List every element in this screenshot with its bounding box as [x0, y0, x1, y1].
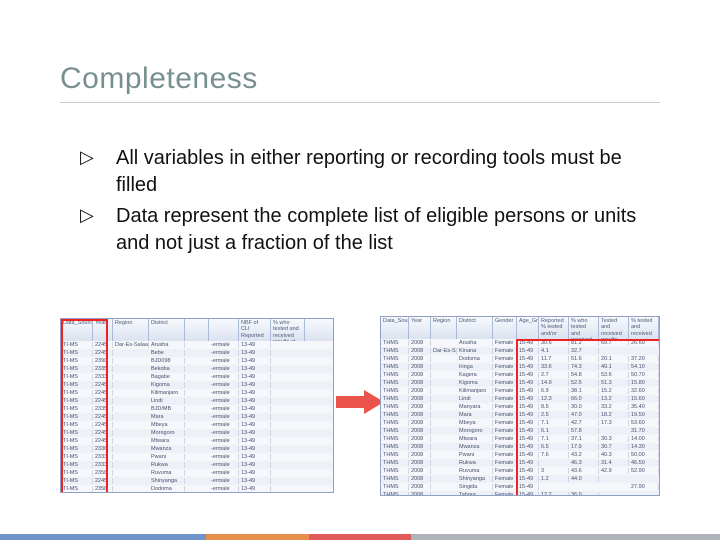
table-row: THMS2008KilimanjaroFemale15-496.938.115.…: [381, 387, 659, 395]
tables-area: Data_SourceYearRegionDistrictNBF of CLI …: [60, 308, 660, 498]
table-row: THMS2008ArushaFemale15-4930.681.269.726.…: [381, 339, 659, 347]
column-header: Region: [431, 317, 457, 339]
table-row: THMS2008Dar-Es-SalaamKinanaFemale15-494.…: [381, 347, 659, 355]
table-row: TI-MS2245Kigoma-ermale13-49: [61, 381, 333, 389]
table-row: THMS2008SingidaFemale15-4927.90: [381, 483, 659, 491]
slide-title: Completeness: [60, 62, 660, 102]
arrow-right-icon: [336, 390, 384, 419]
table-row: TI-MS2245Shinyanga-ermale13-49: [61, 477, 333, 485]
column-header: Region: [113, 319, 149, 341]
table-row: THMS2008LindiFemale15-4912.366.013.215.6…: [381, 395, 659, 403]
table-row: TI-MS2333Pwani-ermale13-49: [61, 453, 333, 461]
column-header: Tested and received results: [599, 317, 629, 339]
table-row: THMS2008DodomaFemale15-4911.751.620.137.…: [381, 355, 659, 363]
bullet-item: Data represent the complete list of elig…: [80, 203, 640, 257]
table-row: TI-MS2245Mara-ermale13-49: [61, 413, 333, 421]
bullet-item: All variables in either reporting or rec…: [80, 145, 640, 199]
table-row: TI-MS2245Mtwara-ermale13-49: [61, 437, 333, 445]
table-row: TI-MS2335BJD/MB-ermale13-49: [61, 405, 333, 413]
column-header: Reported % tested and/or: [539, 317, 569, 339]
table-row: TI-MS2333Rukwa-ermale13-49: [61, 461, 333, 469]
table-row: TI-MS2390BJD098-ermale13-49: [61, 357, 333, 365]
table-row: THMS2008TaboraFemale15-4912.736.09.4: [381, 491, 659, 495]
table-row: TI-MS2245Dar-Es-SalaamArusha-ermale13-49: [61, 341, 333, 349]
column-header: Gender: [493, 317, 517, 339]
table-row: TI-MS2358Ruvuma-ermale13-49: [61, 469, 333, 477]
column-header: Year: [409, 317, 431, 339]
table-row: THMS2008PwaniFemale15-497.643.240.350.00…: [381, 451, 659, 459]
footer-accent: [0, 534, 720, 540]
table-row: THMS2008MbeyaFemale15-497.142.717.353.60…: [381, 419, 659, 427]
column-header: % tested and received: [629, 317, 659, 339]
table-row: THMS2008ShinyangaFemale15-491.244.051.8: [381, 475, 659, 483]
table-row: THMS2008MaraFemale15-492.547.018.219.504…: [381, 411, 659, 419]
table-row: THMS2008RukwaFemale15-4946.331.446.5034.…: [381, 459, 659, 467]
table-row: TI-MS2358Dodoma-ermale13-49: [61, 485, 333, 492]
table-row: TI-MS2335Bekoba-ermale13-49: [61, 365, 333, 373]
right-spreadsheet: Data_SourceYearRegionDistrictGenderAge_G…: [380, 316, 660, 496]
left-spreadsheet: Data_SourceYearRegionDistrict NBF of CLI …: [60, 318, 334, 493]
table-row: TI-MS2245Bebe-ermale13-49: [61, 349, 333, 357]
table-row: THMS2008ManyaraFemale15-498.530.033.235.…: [381, 403, 659, 411]
column-header: [209, 319, 239, 341]
column-header: Age_Grp: [517, 317, 539, 339]
column-header: Data_Source: [381, 317, 409, 339]
table-row: TI-MS2245Mbeya-ermale13-49: [61, 421, 333, 429]
column-header: District: [149, 319, 185, 341]
column-header: % who tested and received results at: [271, 319, 305, 341]
column-header: Year: [93, 319, 113, 341]
column-header: Data_Source: [61, 319, 93, 341]
table-row: THMS2008KigomaFemale15-4914.952.551.315.…: [381, 379, 659, 387]
bullet-list: All variables in either reporting or rec…: [80, 145, 640, 261]
table-row: TI-MS2245Morogoro-ermale13-49: [61, 429, 333, 437]
table-row: TI-MS2333Bagabe-ermale13-49: [61, 373, 333, 381]
table-row: THMS2008MorogoroFemale15-496.157.831.703…: [381, 427, 659, 435]
table-row: THMS2008MtwaraFemale15-497.137.130.314.0…: [381, 435, 659, 443]
table-row: THMS2008MwanzaFemale15-496.517.930.714.3…: [381, 443, 659, 451]
table-row: THMS2008RuvumaFemale15-49343.642.952.904…: [381, 467, 659, 475]
column-header: District: [457, 317, 493, 339]
table-row: THMS2008IringaFemale15-4933.674.349.154.…: [381, 363, 659, 371]
column-header: % who tested and received: [569, 317, 599, 339]
table-row: TI-MS2245Lindi-ermale13-49: [61, 397, 333, 405]
slide: Completeness All variables in either rep…: [0, 0, 720, 540]
column-header: [185, 319, 209, 341]
table-row: THMS2008KageraFemale15-492.754.853.650.7…: [381, 371, 659, 379]
title-area: Completeness: [60, 62, 660, 103]
table-row: TI-MS2245Kilimanjaro-ermale13-49: [61, 389, 333, 397]
column-header: NBF of CLI Reported: [239, 319, 271, 341]
table-row: TI-MS2336Mwanza-ermale13-49: [61, 445, 333, 453]
